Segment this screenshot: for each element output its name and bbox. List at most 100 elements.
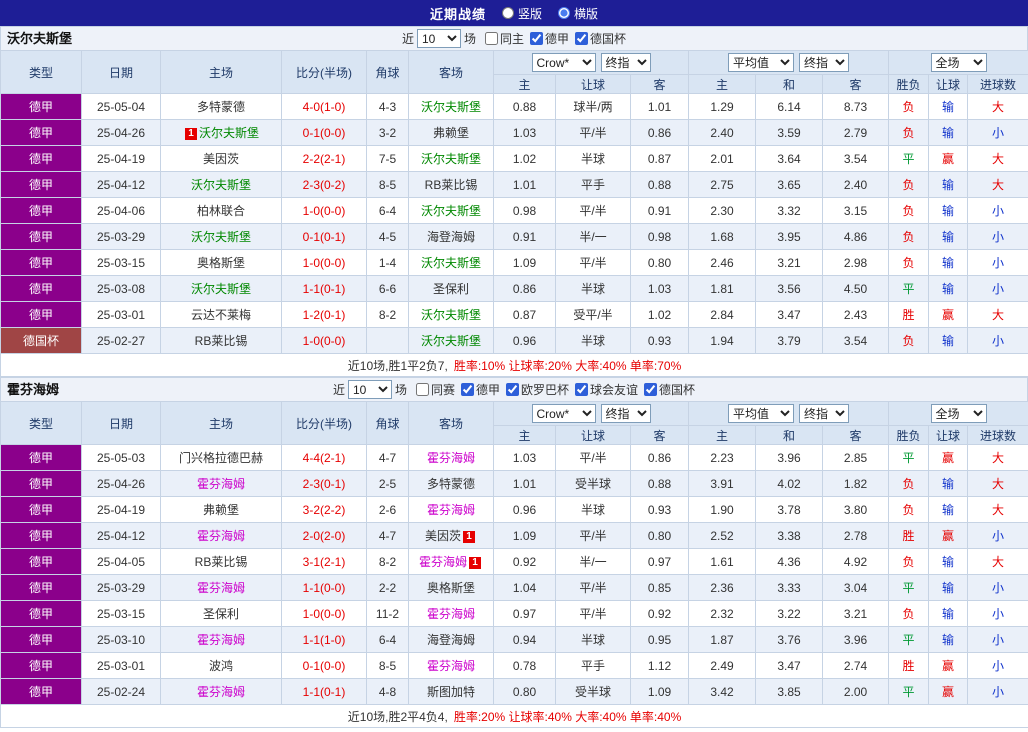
odds-company-select[interactable]: Crow* <box>531 404 596 423</box>
handicap-group-header: Crow* 终指 <box>493 50 689 75</box>
checkbox-input[interactable] <box>484 32 498 45</box>
team-name-text[interactable]: 沃尔夫斯堡 <box>421 204 481 218</box>
handicap-home-odds: 0.87 <box>493 301 556 328</box>
avg-draw-odds: 3.78 <box>755 496 823 523</box>
checkbox-input[interactable] <box>506 383 519 396</box>
results-table: 类型 日期 主场 比分(半场) 角球 客场 Crow* 终指 平均值 终指 全场… <box>0 401 1028 728</box>
team-name-text[interactable]: 霍芬海姆 <box>427 503 475 517</box>
checkbox-input[interactable] <box>530 32 543 45</box>
date-cell: 25-03-15 <box>81 249 161 276</box>
team-name-text[interactable]: 霍芬海姆 <box>427 659 475 673</box>
col-corner: 角球 <box>366 50 409 94</box>
summary-prefix: 近10场,胜1平2负7, <box>347 358 448 373</box>
average-stage-select[interactable]: 终指 <box>799 53 850 72</box>
odds-company-select[interactable]: Crow* <box>531 53 596 72</box>
filter-checkbox[interactable]: 球会友谊 <box>575 381 638 398</box>
checkbox-input[interactable] <box>575 383 589 396</box>
match-row: 德甲 25-04-06 柏林联合 1-0(0-0) 6-4 沃尔夫斯堡 0.98 平/半 0.9… <box>0 197 1028 224</box>
team-name-text[interactable]: 沃尔夫斯堡 <box>421 334 481 348</box>
average-select[interactable]: 平均值 <box>728 53 795 72</box>
handicap-away-odds: 0.86 <box>630 119 689 146</box>
layout-radio-vertical[interactable]: 竖版 <box>501 5 542 22</box>
team-name-text[interactable]: 沃尔夫斯堡 <box>421 256 481 270</box>
checkbox-input[interactable] <box>575 32 589 45</box>
match-count-select[interactable]: 10 <box>416 29 461 48</box>
team-name-text[interactable]: 霍芬海姆 <box>197 477 245 491</box>
avg-draw-odds: 3.22 <box>755 600 823 627</box>
handicap-away-odds: 1.12 <box>630 652 689 679</box>
team-name-text[interactable]: 霍芬海姆 <box>197 581 245 595</box>
checkbox-label: 同赛 <box>430 383 455 397</box>
match-row: 德甲 25-03-29 霍芬海姆 1-1(0-0) 2-2 奥格斯堡 1.04 平/半 0.85… <box>0 574 1028 601</box>
away-team-cell: 霍芬海姆 <box>408 444 494 471</box>
team-name-text[interactable]: 霍芬海姆 <box>419 555 467 569</box>
scope-select[interactable]: 全场 <box>930 53 987 72</box>
checkbox-input[interactable] <box>644 383 658 396</box>
filter-checkbox[interactable]: 德国杯 <box>644 381 695 398</box>
team-name-text[interactable]: 霍芬海姆 <box>427 451 475 465</box>
scope-select[interactable]: 全场 <box>930 404 987 423</box>
avg-away-odds: 1.82 <box>821 470 890 497</box>
team-name-text[interactable]: 霍芬海姆 <box>197 685 245 699</box>
filter-checkbox[interactable]: 德国杯 <box>575 30 626 47</box>
filter-near-label: 近 <box>401 32 414 46</box>
filter-checkbox[interactable]: 同主 <box>484 30 524 47</box>
avg-home-odds: 2.23 <box>688 444 756 471</box>
checkbox-input[interactable] <box>460 383 474 396</box>
horizontal-radio-input[interactable] <box>558 7 570 19</box>
match-row: 德甲 25-03-10 霍芬海姆 1-1(1-0) 6-4 海登海姆 0.94 半球 0.95 1… <box>0 626 1028 653</box>
filter-checkbox[interactable]: 德甲 <box>530 30 569 47</box>
result-winloss: 平 <box>888 574 930 601</box>
result-handicap: 输 <box>928 119 969 146</box>
handicap-home-odds: 0.86 <box>493 275 556 302</box>
avg-home-odds: 1.81 <box>688 275 756 302</box>
average-stage-select[interactable]: 终指 <box>799 404 850 423</box>
filter-checkbox[interactable]: 德甲 <box>460 381 500 398</box>
checkbox-input[interactable] <box>415 383 429 396</box>
col-type: 类型 <box>0 50 82 94</box>
league-cell: 德甲 <box>0 574 82 601</box>
team-name-text[interactable]: 沃尔夫斯堡 <box>421 152 481 166</box>
avg-home-odds: 2.46 <box>688 249 756 276</box>
date-cell: 25-02-24 <box>81 678 161 705</box>
corner-cell: 6-4 <box>366 197 409 224</box>
handicap-home-odds: 0.97 <box>493 600 556 627</box>
team-name-text[interactable]: 沃尔夫斯堡 <box>191 230 251 244</box>
team-name-text[interactable]: 霍芬海姆 <box>197 633 245 647</box>
team-name-text[interactable]: 沃尔夫斯堡 <box>421 100 481 114</box>
odds-stage-select[interactable]: 终指 <box>600 404 651 423</box>
average-select[interactable]: 平均值 <box>728 404 795 423</box>
team-name-text[interactable]: 沃尔夫斯堡 <box>191 282 251 296</box>
team-name-text[interactable]: 霍芬海姆 <box>427 607 475 621</box>
checkbox-label: 德国杯 <box>590 32 627 46</box>
team-name-text[interactable]: 霍芬海姆 <box>197 529 245 543</box>
layout-radio-horizontal[interactable]: 横版 <box>558 5 598 22</box>
handicap-line: 受平/半 <box>555 301 631 328</box>
score-cell: 1-1(0-1) <box>281 275 367 302</box>
filter-checkbox[interactable]: 欧罗巴杯 <box>506 381 569 398</box>
filter-bar: 霍芬海姆 近 10 场 同赛 德甲 欧罗巴杯 球会友谊 德国杯 <box>0 377 1028 401</box>
team-name-text[interactable]: 沃尔夫斯堡 <box>421 308 481 322</box>
match-count-select[interactable]: 10 <box>347 380 392 399</box>
result-goals: 大 <box>967 93 1028 120</box>
result-winloss: 负 <box>888 548 930 575</box>
result-goals: 小 <box>967 522 1028 549</box>
team-name-text: 多特蒙德 <box>426 477 475 491</box>
team-name-text[interactable]: 沃尔夫斯堡 <box>199 126 259 140</box>
date-cell: 25-02-27 <box>81 327 161 354</box>
league-cell: 德甲 <box>0 470 82 497</box>
avg-draw-odds: 4.02 <box>755 470 823 497</box>
vertical-radio-input[interactable] <box>501 7 514 19</box>
team-name-text[interactable]: 沃尔夫斯堡 <box>191 178 251 192</box>
checkbox-label: 同主 <box>499 32 524 46</box>
filter-checkbox[interactable]: 同赛 <box>415 381 455 398</box>
avg-away-odds: 3.21 <box>821 600 890 627</box>
team-name-text: 斯图加特 <box>426 685 475 699</box>
odds-stage-select[interactable]: 终指 <box>600 53 651 72</box>
col-odds-home: 主 <box>493 74 556 94</box>
corner-cell: 2-5 <box>366 470 409 497</box>
corner-cell: 4-5 <box>366 223 409 250</box>
result-winloss: 平 <box>888 678 930 705</box>
col-corner: 角球 <box>366 401 409 445</box>
summary-stats: 胜率:10% 让球率:20% 大率:40% 单率:70% <box>453 358 682 373</box>
